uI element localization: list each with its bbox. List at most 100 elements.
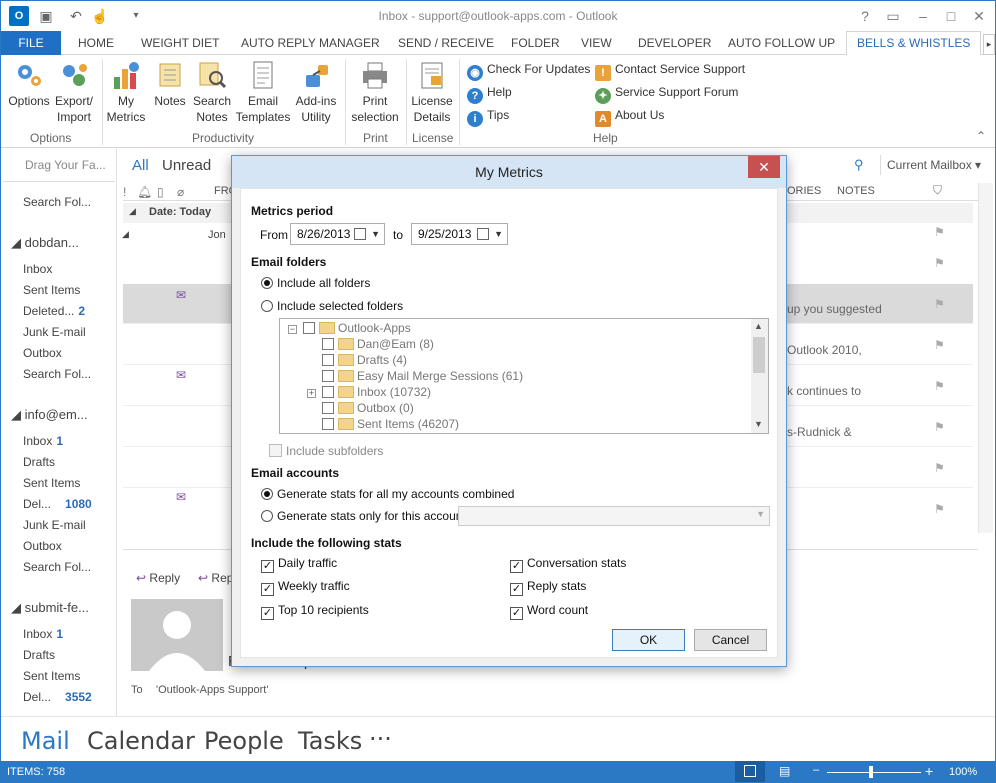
nav-tasks[interactable]: Tasks bbox=[298, 727, 362, 755]
folder-item[interactable]: Search Fol... bbox=[23, 560, 91, 574]
tree-node[interactable]: Outbox (0) bbox=[322, 401, 414, 415]
flag-icon[interactable]: ⚑ bbox=[934, 420, 945, 434]
folder-item[interactable]: Search Fol... bbox=[23, 367, 91, 381]
tab-view[interactable]: VIEW bbox=[581, 34, 612, 55]
dialog-title-bar[interactable]: My Metrics ✕ bbox=[232, 156, 786, 188]
folder-item[interactable]: Inbox bbox=[23, 262, 52, 276]
stat-top-recipients-checkbox[interactable]: ✓ Top 10 recipients bbox=[261, 603, 369, 620]
nav-more[interactable]: ··· bbox=[369, 725, 392, 753]
tab-home[interactable]: HOME bbox=[78, 34, 114, 55]
message-list-scrollbar[interactable] bbox=[978, 183, 993, 533]
folder-item[interactable]: Junk E-mail bbox=[23, 518, 86, 532]
account-header[interactable]: ◢ submit-fe... bbox=[11, 600, 89, 616]
tree-node[interactable]: Dan@Eam (8) bbox=[322, 337, 434, 351]
help-button[interactable]: ? Help bbox=[467, 83, 512, 104]
tips-button[interactable]: i Tips bbox=[467, 106, 509, 127]
stat-word-count-checkbox[interactable]: ✓ Word count bbox=[510, 603, 588, 620]
zoom-in-icon[interactable]: + bbox=[925, 763, 933, 779]
folder-item[interactable]: Inbox 1 bbox=[23, 627, 63, 641]
addins-utility-button[interactable]: Add-ins Utility bbox=[293, 59, 339, 125]
flag-icon[interactable]: ⚑ bbox=[934, 502, 945, 516]
folder-item[interactable]: Drafts bbox=[23, 648, 55, 662]
tree-node[interactable]: Easy Mail Merge Sessions (61) bbox=[322, 369, 523, 383]
include-selected-folders-radio[interactable]: Include selected folders bbox=[261, 299, 403, 313]
normal-view-button[interactable] bbox=[735, 761, 765, 782]
checkbox[interactable] bbox=[322, 402, 334, 414]
checkbox[interactable] bbox=[322, 370, 334, 382]
tab-bells-whistles[interactable]: BELLS & WHISTLES bbox=[846, 31, 982, 56]
stat-reply-checkbox[interactable]: ✓ Reply stats bbox=[510, 579, 586, 596]
stat-conversation-checkbox[interactable]: ✓ Conversation stats bbox=[510, 556, 626, 573]
filter-unread[interactable]: Unread bbox=[162, 157, 211, 174]
expand-icon[interactable]: + bbox=[307, 389, 316, 398]
flag-icon[interactable]: ⚑ bbox=[934, 297, 945, 311]
tab-send-receive[interactable]: SEND / RECEIVE bbox=[398, 34, 494, 55]
stats-this-account-radio[interactable]: Generate stats only for this account bbox=[261, 509, 466, 523]
email-templates-button[interactable]: Email Templates bbox=[234, 59, 292, 125]
folder-item[interactable]: Deleted... 2 bbox=[23, 304, 85, 318]
cancel-button[interactable]: Cancel bbox=[694, 629, 767, 651]
help-icon[interactable]: ? bbox=[853, 5, 877, 27]
folder-item[interactable]: Junk E-mail bbox=[23, 325, 86, 339]
ok-button[interactable]: OK bbox=[612, 629, 685, 651]
reading-view-icon[interactable]: ▤ bbox=[779, 764, 790, 778]
icon-column-icon[interactable]: ▯ bbox=[157, 185, 164, 199]
folder-item[interactable]: Sent Items bbox=[23, 669, 80, 683]
search-notes-button[interactable]: Search Notes bbox=[191, 59, 233, 125]
checkbox[interactable] bbox=[322, 354, 334, 366]
tab-folder[interactable]: FOLDER bbox=[511, 34, 560, 55]
zoom-slider-thumb[interactable] bbox=[869, 766, 873, 778]
include-subfolders-checkbox[interactable]: Include subfolders bbox=[269, 444, 383, 458]
zoom-level[interactable]: 100% bbox=[949, 766, 977, 778]
options-button[interactable]: Options bbox=[7, 59, 51, 109]
expand-icon[interactable]: ◢ bbox=[122, 229, 129, 240]
zoom-slider[interactable] bbox=[827, 772, 921, 773]
tree-node[interactable]: − Outlook-Apps bbox=[288, 321, 411, 335]
support-forum-button[interactable]: ✦ Service Support Forum bbox=[595, 83, 738, 104]
contact-support-button[interactable]: ! Contact Service Support bbox=[595, 60, 745, 81]
from-date-picker[interactable]: 8/26/2013 ▼ bbox=[290, 223, 385, 245]
to-date-picker[interactable]: 9/25/2013 ▼ bbox=[411, 223, 508, 245]
ribbon-display-icon[interactable]: ▭ bbox=[881, 5, 905, 27]
checkbox[interactable] bbox=[322, 386, 334, 398]
nav-people[interactable]: People bbox=[204, 727, 284, 755]
filter-all[interactable]: All bbox=[132, 157, 149, 174]
folder-item[interactable]: Del... 1080 bbox=[23, 497, 92, 511]
tab-auto-reply-manager[interactable]: AUTO REPLY MANAGER bbox=[241, 34, 380, 55]
folder-item[interactable]: Outbox bbox=[23, 539, 62, 553]
folder-item[interactable]: Sent Items bbox=[23, 476, 80, 490]
folder-item[interactable]: Drafts bbox=[23, 455, 55, 469]
stats-all-accounts-radio[interactable]: Generate stats for all my accounts combi… bbox=[261, 487, 514, 501]
reply-all-button[interactable]: ↩ Rep bbox=[198, 571, 233, 585]
column-categories[interactable]: ORIES bbox=[787, 185, 821, 197]
folder-item[interactable]: Sent Items bbox=[23, 283, 80, 297]
reminder-icon[interactable]: 🔔︎ bbox=[137, 185, 152, 199]
tree-node[interactable]: + Inbox (10732) bbox=[307, 385, 431, 399]
tab-file[interactable]: FILE bbox=[1, 31, 61, 55]
folder-item[interactable]: Del... 3552 bbox=[23, 690, 92, 704]
maximize-icon[interactable]: □ bbox=[939, 5, 963, 27]
dialog-close-button[interactable]: ✕ bbox=[748, 156, 780, 178]
my-metrics-button[interactable]: My Metrics bbox=[105, 59, 147, 125]
collapse-icon[interactable]: − bbox=[288, 325, 297, 334]
tab-scroll-right-icon[interactable]: ▸ bbox=[983, 34, 995, 55]
collapse-ribbon-icon[interactable]: ⌃ bbox=[976, 129, 986, 143]
folder-item[interactable]: Outbox bbox=[23, 346, 62, 360]
check-updates-button[interactable]: ◉ Check For Updates bbox=[467, 60, 590, 81]
tree-node[interactable]: Drafts (4) bbox=[322, 353, 407, 367]
scroll-down-icon[interactable]: ▼ bbox=[754, 419, 763, 429]
checkbox[interactable] bbox=[322, 338, 334, 350]
flag-icon[interactable]: ⚑ bbox=[934, 225, 945, 239]
filter-flag-icon[interactable]: ⛉ bbox=[933, 183, 942, 198]
importance-icon[interactable]: ! bbox=[123, 185, 126, 199]
stat-daily-traffic-checkbox[interactable]: ✓ Daily traffic bbox=[261, 556, 337, 573]
search-icon[interactable]: ⚲ bbox=[854, 157, 864, 173]
tab-weight-diet[interactable]: WEIGHT DIET bbox=[141, 34, 219, 55]
tree-scrollbar[interactable]: ▲ ▼ bbox=[751, 319, 768, 433]
about-us-button[interactable]: A About Us bbox=[595, 106, 664, 127]
checkbox[interactable] bbox=[322, 418, 334, 430]
folder-tree[interactable]: − Outlook-Apps Dan@Eam (8) Drafts (4) Eas… bbox=[279, 318, 769, 434]
folder-item[interactable]: Search Fol... bbox=[23, 195, 91, 209]
account-header[interactable]: ◢ dobdan... bbox=[11, 235, 79, 251]
account-header[interactable]: ◢ info@em... bbox=[11, 407, 88, 423]
